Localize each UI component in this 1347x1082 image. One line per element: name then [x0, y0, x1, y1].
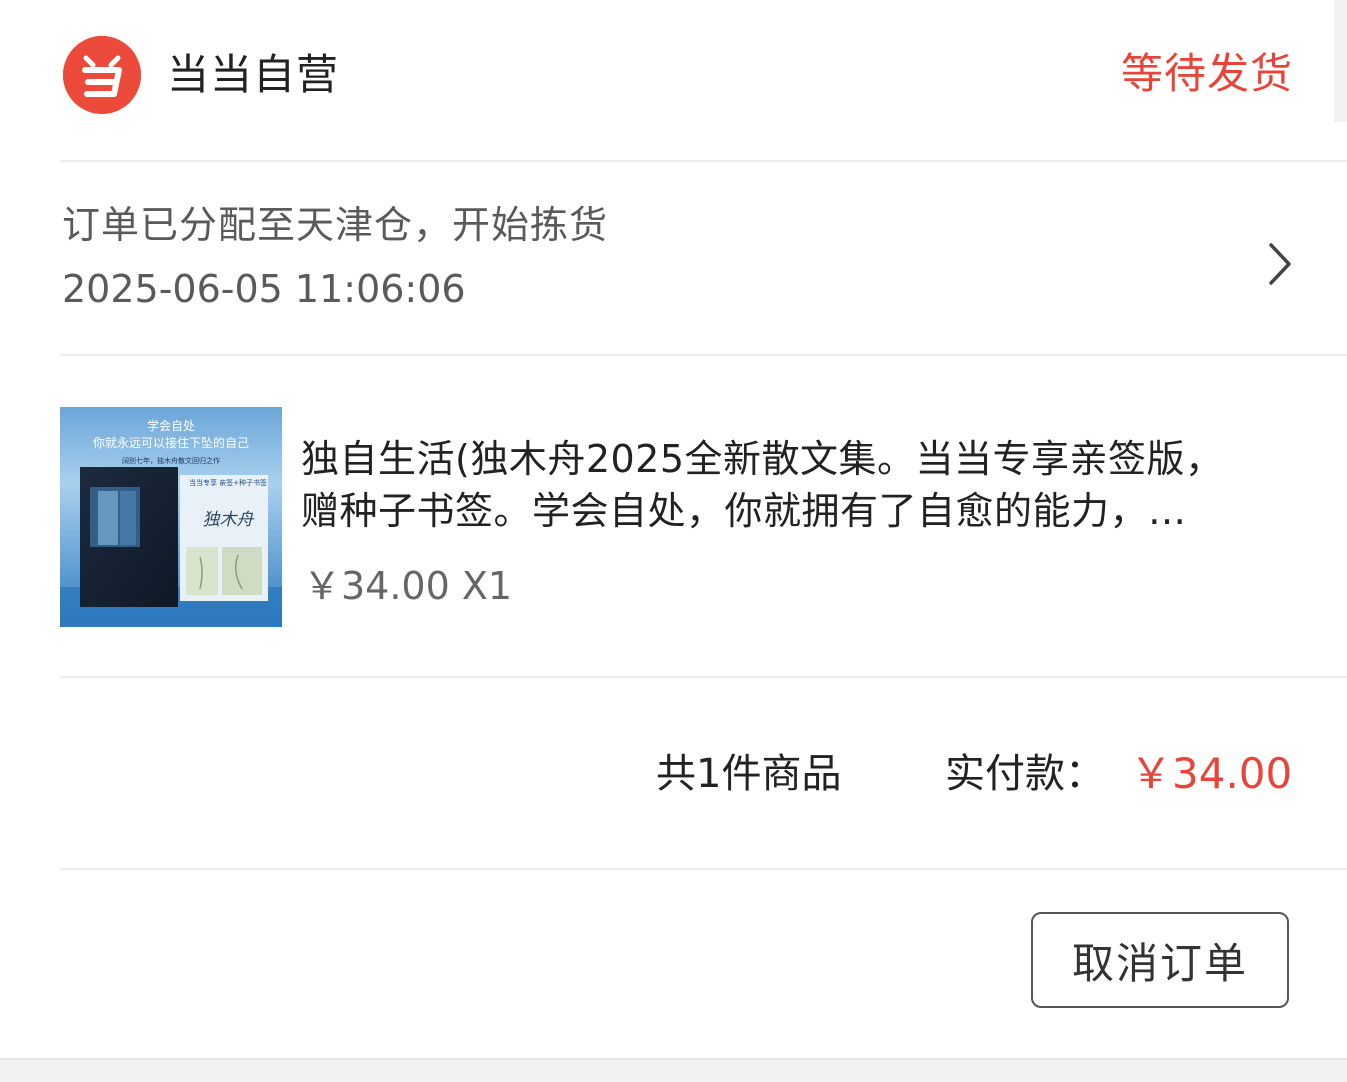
paid-label: 实付款： — [945, 751, 1105, 797]
logistics-message: 订单已分配至天津仓，开始拣货 — [62, 203, 609, 247]
cover-title-line: 学会自处 — [146, 419, 195, 433]
logistics-time: 2025-06-05 11:06:06 — [62, 267, 466, 311]
dangdang-logo-icon — [63, 36, 141, 114]
divider — [60, 868, 1347, 870]
shop-name: 当当自营 — [167, 50, 340, 99]
cancel-order-button[interactable]: 取消订单 — [1031, 912, 1289, 1008]
cover-subtitle: 阔别七年，独木舟散文回归之作 — [122, 457, 220, 465]
page-background-strip — [0, 1058, 1347, 1082]
cover-signature: 独木舟 — [202, 510, 254, 530]
book-cover-image[interactable]: 学会自处 你就永远可以接住下坠的自己 阔别七年，独木舟散文回归之作 当当专享 亲… — [60, 407, 282, 627]
cover-title-line: 你就永远可以接住下坠的自己 — [92, 436, 249, 450]
order-card: 当当自营 等待发货 订单已分配至天津仓，开始拣货 2025-06-05 11:0… — [0, 0, 1347, 1058]
paid-amount: ￥34.00 — [1130, 749, 1293, 798]
divider — [60, 676, 1347, 678]
product-price-quantity: ￥34.00 X1 — [303, 564, 513, 608]
divider — [60, 354, 1347, 356]
divider — [60, 160, 1347, 162]
cover-badge: 当当专享 亲签+种子书签 — [188, 479, 268, 487]
product-title-line: 赠种子书签。学会自处，你就拥有了自愈的能力，… — [301, 489, 1187, 533]
chevron-right-icon — [1269, 243, 1291, 285]
item-count: 共1件商品 — [656, 751, 842, 797]
order-status: 等待发货 — [1120, 49, 1293, 98]
scroll-edge — [1334, 0, 1347, 122]
logistics-row[interactable]: 订单已分配至天津仓，开始拣货 2025-06-05 11:06:06 — [60, 165, 1347, 355]
product-item[interactable]: 学会自处 你就永远可以接住下坠的自己 阔别七年，独木舟散文回归之作 当当专享 亲… — [60, 357, 1347, 677]
product-title[interactable]: 独自生活(独木舟2025全新散文集。当当专享亲签版， 赠种子书签。学会自处，你就… — [301, 433, 1261, 537]
product-title-line: 独自生活(独木舟2025全新散文集。当当专享亲签版， — [301, 437, 1224, 481]
